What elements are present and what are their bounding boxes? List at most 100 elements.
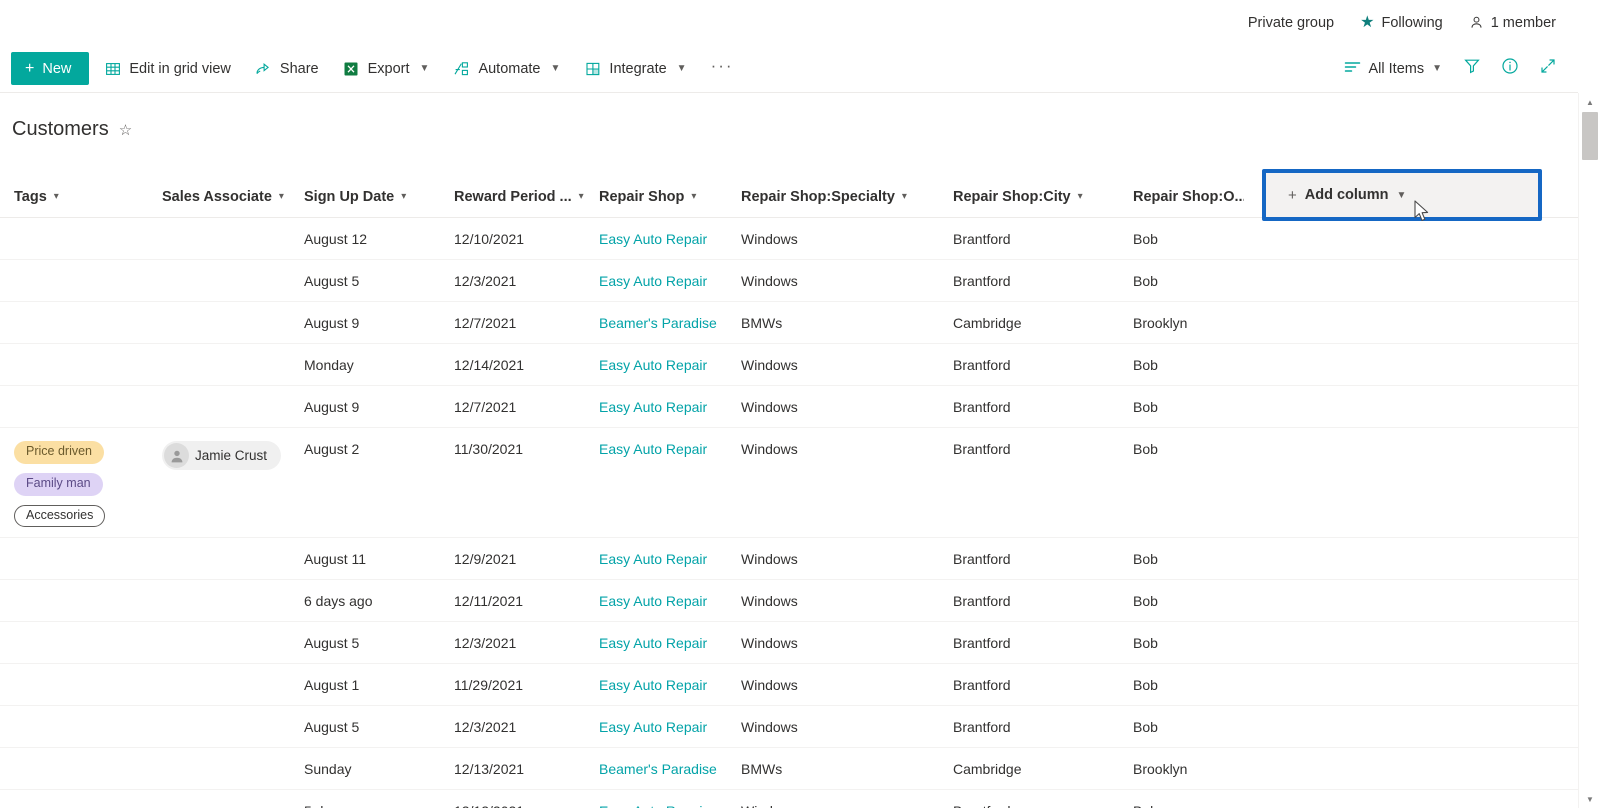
table-row[interactable]: August 9 12/7/2021 Beamer's Paradise BMWs Ca… — [0, 302, 1578, 344]
view-selector-button[interactable]: All Items ▼ — [1334, 51, 1453, 87]
cell-repair_shop[interactable]: Easy Auto Repair — [585, 622, 727, 661]
cell-tags — [0, 386, 148, 409]
scroll-up-arrow-icon[interactable]: ▲ — [1579, 93, 1600, 111]
cell-repair_shop[interactable]: Easy Auto Repair — [585, 790, 727, 808]
column-header-tags[interactable]: Tags ▾ — [0, 176, 148, 218]
cell-sign_up_date: 6 days ago — [304, 593, 373, 610]
cell-empty-trailing — [1244, 748, 1564, 771]
cell-specialty: Windows — [741, 593, 798, 610]
cell-repair_shop[interactable]: Beamer's Paradise — [585, 302, 727, 341]
more-commands-button[interactable]: ··· — [702, 51, 743, 87]
cell-tags — [0, 344, 148, 367]
column-header-repair_shop[interactable]: Repair Shop ▾ — [585, 176, 727, 218]
cell-sign_up_date: August 11 — [304, 551, 367, 568]
cell-sales_associate — [148, 622, 290, 645]
table-row[interactable]: Price driven Family man Accessories Jamie C… — [0, 428, 1578, 539]
cell-tags — [0, 622, 148, 645]
cell-repair_shop[interactable]: Easy Auto Repair — [585, 386, 727, 425]
scroll-down-arrow-icon[interactable]: ▼ — [1579, 790, 1600, 808]
vertical-scrollbar[interactable]: ▲ ▼ — [1578, 93, 1600, 808]
cell-reward_period: 12/11/2021 — [454, 593, 524, 610]
cell-repair_shop[interactable]: Easy Auto Repair — [585, 538, 727, 577]
table-row[interactable]: August 9 12/7/2021 Easy Auto Repair Windows… — [0, 386, 1578, 428]
export-button[interactable]: Export ▼ — [334, 51, 439, 87]
cell-repair_shop[interactable]: Easy Auto Repair — [585, 664, 727, 703]
expand-button[interactable] — [1530, 51, 1566, 87]
info-button[interactable] — [1492, 51, 1528, 87]
site-header-actions: Private group ★ Following 1 member — [1247, 14, 1556, 31]
table-row[interactable]: August 5 12/3/2021 Easy Auto Repair Windows… — [0, 260, 1578, 302]
tag-list: Price driven Family man Accessories — [14, 441, 142, 528]
following-button[interactable]: ★ Following — [1360, 14, 1443, 31]
table-row[interactable]: August 5 12/3/2021 Easy Auto Repair Windows… — [0, 706, 1578, 749]
cell-sales_associate — [148, 580, 290, 603]
info-icon — [1501, 57, 1519, 80]
cell-repair_shop[interactable]: Easy Auto Repair — [585, 706, 727, 745]
persona-name: Jamie Crust — [195, 448, 268, 463]
cell-repair_shop[interactable]: Easy Auto Repair — [585, 260, 727, 299]
cell-repair_shop[interactable]: Easy Auto Repair — [585, 218, 727, 257]
star-outline-icon[interactable]: ☆ — [119, 121, 132, 139]
table-row[interactable]: Monday 12/14/2021 Easy Auto Repair Windows B… — [0, 344, 1578, 386]
cell-repair_shop[interactable]: Beamer's Paradise — [585, 748, 727, 787]
cell-sales_associate — [148, 664, 290, 687]
automate-label: Automate — [478, 60, 541, 77]
cell-tags: Price driven Family man Accessories — [0, 428, 148, 537]
cell-specialty: Windows — [741, 551, 798, 568]
cell-repair_shop[interactable]: Easy Auto Repair — [585, 580, 727, 619]
chevron-down-icon: ▼ — [1432, 63, 1442, 74]
cell-specialty: Windows — [741, 441, 798, 457]
members-label: 1 member — [1490, 14, 1556, 31]
table-row[interactable]: August 1 11/29/2021 Easy Auto Repair Window… — [0, 664, 1578, 707]
share-label: Share — [279, 60, 319, 77]
table-row[interactable]: 6 days ago 12/11/2021 Easy Auto Repair Wind… — [0, 580, 1578, 623]
cell-repair_shop[interactable]: Easy Auto Repair — [585, 344, 727, 383]
cell-tags — [0, 260, 148, 283]
cell-repair_shop[interactable]: Easy Auto Repair — [585, 428, 727, 467]
column-header-city[interactable]: Repair Shop:City ▾ — [939, 176, 1119, 218]
chevron-down-icon: ▾ — [401, 191, 407, 202]
cell-specialty: BMWs — [741, 315, 783, 331]
excel-icon — [343, 60, 360, 77]
cell-city: Brantford — [953, 231, 1011, 247]
table-row[interactable]: August 5 12/3/2021 Easy Auto Repair Windows… — [0, 622, 1578, 665]
cell-reward_period: 11/29/2021 — [454, 677, 524, 694]
automate-button[interactable]: Automate ▼ — [444, 51, 569, 87]
column-header-sign_up_date[interactable]: Sign Up Date ▾ — [290, 176, 440, 218]
scrollbar-thumb[interactable] — [1582, 112, 1598, 160]
share-icon — [255, 60, 272, 77]
members-button[interactable]: 1 member — [1469, 15, 1556, 31]
column-header-reward_period[interactable]: Reward Period ... ▾ — [440, 176, 585, 218]
cell-city: Cambridge — [953, 761, 1022, 778]
column-header-label: Repair Shop:Specialty — [741, 188, 895, 205]
cell-reward_period: 12/7/2021 — [454, 315, 517, 331]
column-header-specialty[interactable]: Repair Shop:Specialty ▾ — [727, 176, 939, 218]
cell-sign_up_date: August 1 — [304, 677, 360, 694]
cell-owner: Bob — [1119, 790, 1244, 808]
cell-city: Brantford — [953, 441, 1011, 457]
edit-in-grid-view-button[interactable]: Edit in grid view — [95, 51, 240, 87]
integrate-button[interactable]: Integrate ▼ — [575, 51, 695, 87]
cell-specialty: BMWs — [741, 761, 783, 778]
cell-sales_associate — [148, 344, 290, 367]
cell-city: Brantford — [953, 273, 1011, 289]
persona-chip[interactable]: Jamie Crust — [162, 441, 282, 470]
cell-owner: Bob — [1133, 593, 1158, 610]
add-column-button[interactable]: + Add column ▼ — [1266, 173, 1538, 217]
table-row[interactable]: August 12 12/10/2021 Easy Auto Repair Windo… — [0, 218, 1578, 260]
cell-specialty: Windows — [741, 635, 798, 652]
table-row[interactable]: 5 days ago12/12/2021Easy Auto RepairWind… — [0, 790, 1578, 808]
column-header-owner[interactable]: Repair Shop:O...▾ — [1119, 176, 1244, 218]
privacy-label: Private group — [1247, 14, 1335, 31]
new-button[interactable]: + New — [11, 52, 90, 85]
cell-specialty: Windows — [741, 357, 798, 373]
cell-empty-trailing — [1244, 790, 1564, 808]
sharepoint-list-page: Private group ★ Following 1 member + New — [0, 0, 1600, 808]
column-header-sales_associate[interactable]: Sales Associate ▾ — [148, 176, 290, 218]
table-row[interactable]: August 11 12/9/2021 Easy Auto Repair Window… — [0, 538, 1578, 581]
cell-sign_up_date: August 9 — [304, 399, 360, 415]
share-button[interactable]: Share — [246, 51, 328, 87]
tag-pill: Family man — [14, 472, 103, 496]
filter-button[interactable] — [1454, 51, 1490, 87]
table-row[interactable]: Sunday 12/13/2021 Beamer's Paradise BMWs Cam… — [0, 748, 1578, 791]
